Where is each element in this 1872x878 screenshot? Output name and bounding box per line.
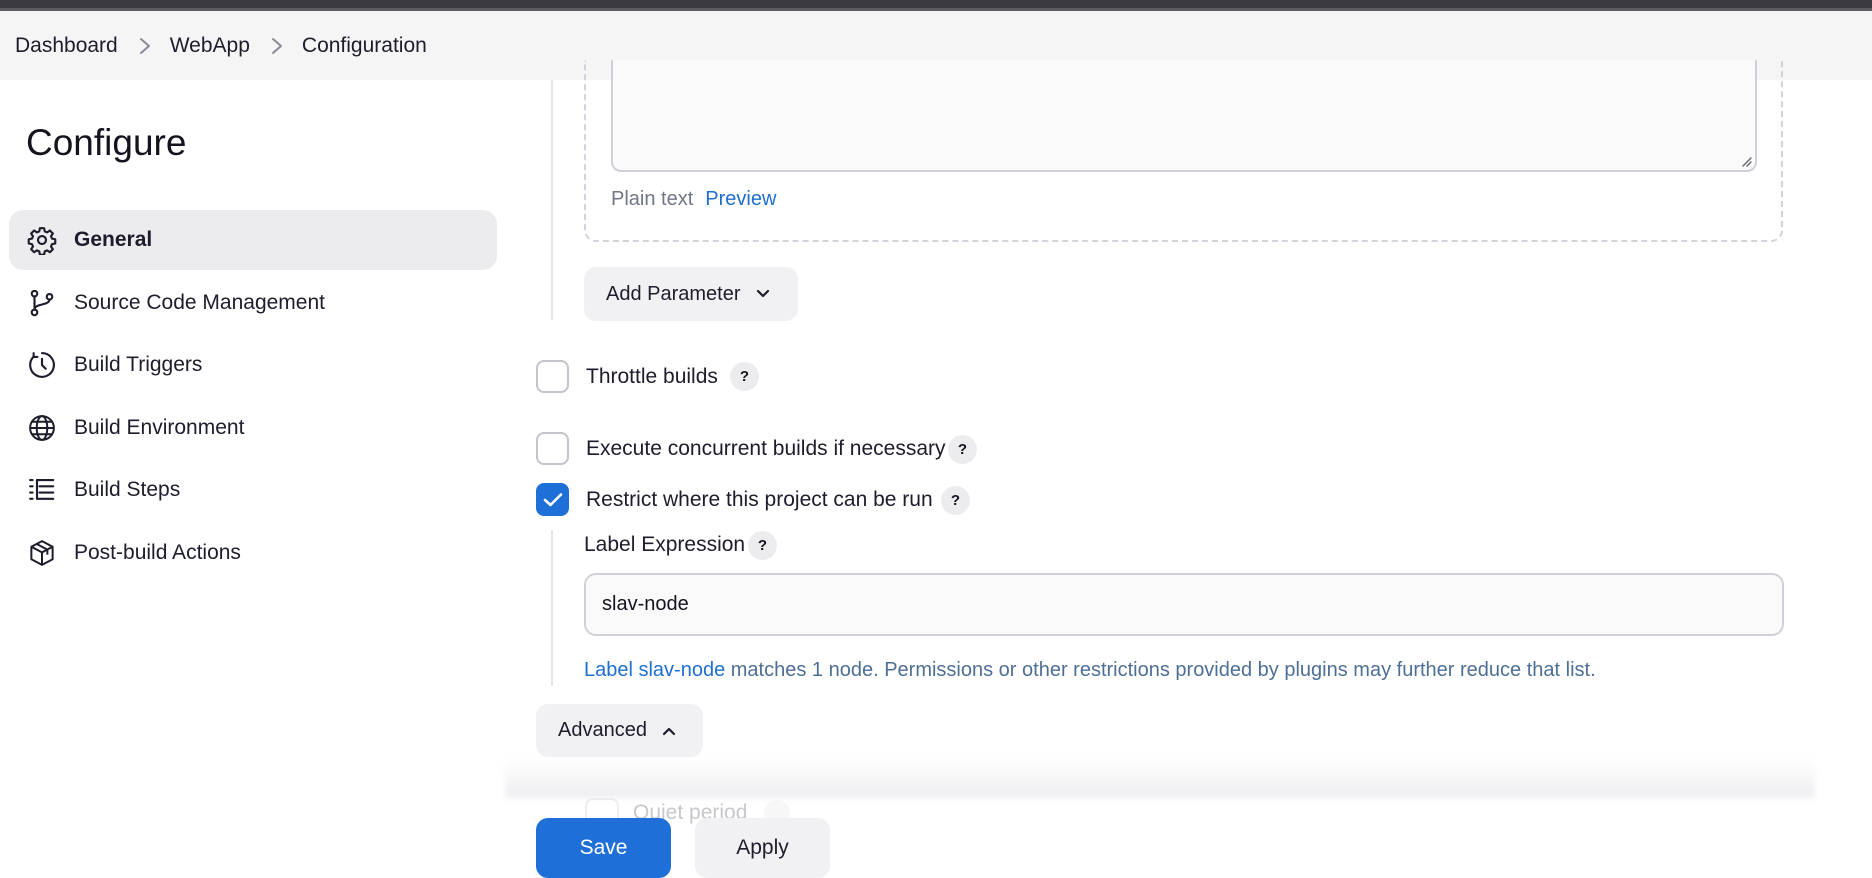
sidebar-item-build-triggers[interactable]: Build Triggers: [9, 335, 497, 395]
chevron-up-icon: [661, 725, 677, 737]
label-node-link[interactable]: Label slav-node: [584, 659, 725, 681]
concurrent-builds-label: Execute concurrent builds if necessary: [586, 437, 946, 460]
chevron-right-icon: [138, 37, 152, 55]
label-match-message: Label slav-node matches 1 node. Permissi…: [584, 659, 1596, 682]
clock-icon: [27, 350, 57, 380]
help-icon[interactable]: ?: [941, 486, 970, 515]
label-match-text: matches 1 node. Permissions or other res…: [725, 659, 1596, 681]
sidebar-item-label: Post-build Actions: [74, 540, 241, 564]
section-guide-line: [551, 530, 553, 686]
package-icon: [27, 538, 57, 568]
sidebar-item-post-build-actions[interactable]: Post-build Actions: [9, 523, 497, 583]
sidebar-item-build-steps[interactable]: Build Steps: [9, 460, 497, 520]
gear-icon: [27, 225, 57, 255]
window-top-strip: [0, 0, 1872, 11]
throttle-builds-checkbox[interactable]: [536, 360, 569, 393]
advanced-label: Advanced: [558, 719, 647, 741]
restrict-node-label: Restrict where this project can be run: [586, 488, 933, 511]
sidebar-item-build-environment[interactable]: Build Environment: [9, 398, 497, 458]
sidebar-item-label: Build Triggers: [74, 353, 203, 377]
concurrent-builds-checkbox[interactable]: [536, 432, 569, 465]
help-icon[interactable]: ?: [748, 531, 777, 560]
breadcrumb-dashboard[interactable]: Dashboard: [15, 34, 118, 58]
apply-button[interactable]: Apply: [695, 818, 830, 878]
sidebar-item-label: Build Environment: [74, 415, 245, 439]
sidebar-item-label: Source Code Management: [74, 290, 325, 314]
sidebar-item-label: General: [74, 228, 153, 251]
list-icon: [27, 475, 57, 505]
save-button[interactable]: Save: [536, 818, 671, 878]
description-textarea[interactable]: [611, 60, 1757, 172]
section-guide-line: [551, 80, 553, 320]
page-title: Configure: [26, 122, 187, 163]
chevron-down-icon: [755, 288, 771, 300]
help-icon[interactable]: ?: [948, 435, 977, 464]
add-parameter-button[interactable]: Add Parameter: [584, 267, 798, 321]
sidebar: General Source Code Management Build Tri…: [9, 210, 497, 586]
branch-icon: [27, 288, 57, 318]
sidebar-item-source-code-management[interactable]: Source Code Management: [9, 273, 497, 333]
restrict-node-checkbox[interactable]: [536, 483, 569, 516]
description-mode-toggle: Plain text Preview: [611, 188, 776, 211]
breadcrumb-configuration[interactable]: Configuration: [302, 34, 427, 58]
preview-link[interactable]: Preview: [705, 188, 776, 211]
label-expression-label: Label Expression: [584, 533, 746, 556]
globe-icon: [27, 413, 57, 443]
plain-text-link[interactable]: Plain text: [611, 188, 693, 211]
sidebar-item-label: Build Steps: [74, 478, 181, 502]
breadcrumb-webapp[interactable]: WebApp: [170, 34, 250, 58]
throttle-builds-label: Throttle builds: [586, 365, 718, 388]
advanced-button[interactable]: Advanced: [536, 704, 703, 757]
add-parameter-label: Add Parameter: [606, 282, 741, 305]
resize-grip-icon[interactable]: [1739, 154, 1753, 168]
checkmark-icon: [543, 492, 562, 506]
label-expression-input[interactable]: [584, 573, 1784, 636]
sidebar-item-general[interactable]: General: [9, 210, 497, 270]
chevron-right-icon: [270, 37, 284, 55]
footer-shadow: [505, 758, 1815, 798]
help-icon[interactable]: ?: [730, 362, 759, 391]
